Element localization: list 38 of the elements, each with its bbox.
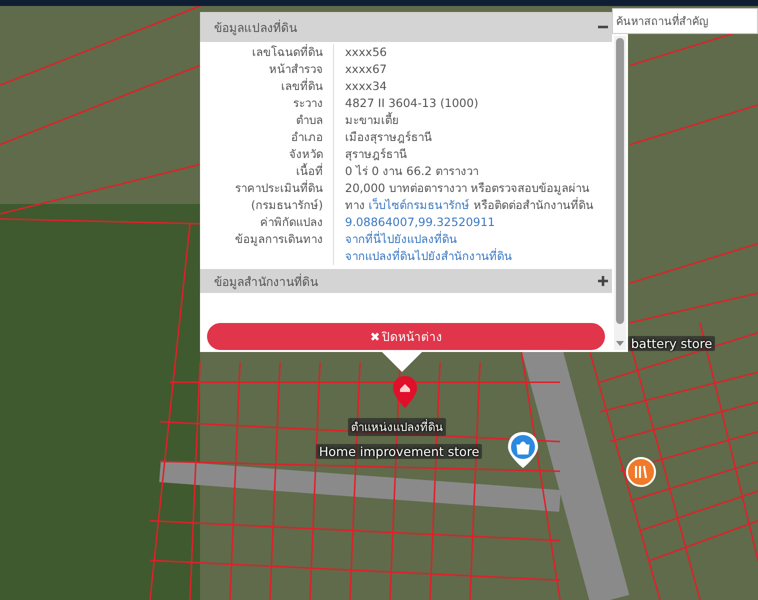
field-value: มะขามเตี้ย bbox=[345, 112, 399, 129]
section-title: ข้อมูลสำนักงานที่ดิน bbox=[214, 272, 318, 290]
field-label: (กรมธนารักษ์) bbox=[250, 197, 323, 214]
section-header[interactable]: ข้อมูลสำนักงานที่ดิน bbox=[200, 269, 612, 293]
field-label: ค่าพิกัดแปลง bbox=[259, 214, 323, 231]
link[interactable]: จากที่นี่ไปยังแปลงที่ดิน bbox=[345, 232, 457, 246]
field-label: หน้าสำรวจ bbox=[268, 61, 323, 78]
field-value: 4827 II 3604-13 (1000) bbox=[345, 95, 478, 112]
section-title: ข้อมูลแปลงที่ดิน bbox=[214, 18, 297, 36]
search-field[interactable]: ค้นหาสถานที่สำคัญ bbox=[612, 8, 758, 34]
link[interactable]: 9.08864007,99.32520911 bbox=[345, 215, 495, 229]
section-header[interactable]: ข้อมูลแปลงที่ดิน bbox=[200, 12, 612, 42]
field-label: ข้อมูลการเดินทาง bbox=[234, 231, 323, 248]
map-pin-icon bbox=[393, 376, 417, 408]
field-value: xxxx56 bbox=[345, 44, 387, 61]
field-value: 0 ไร่ 0 งาน 66.2 ตารางวา bbox=[345, 163, 479, 180]
field-label: เลขโฉนดที่ดิน bbox=[251, 44, 323, 61]
close-button[interactable]: ✖ ปิดหน้าต่าง bbox=[207, 323, 605, 350]
field-label: ราคาประเมินที่ดิน bbox=[234, 180, 323, 197]
field-value: 20,000 บาทต่อตารางวา หรือตรวจสอบข้อมูลผ่านทาง เว็บไซต์กรมธนารักษ์ หรือติดต่อสำนักงานที่ดิน bbox=[345, 180, 594, 214]
plus-icon[interactable] bbox=[598, 276, 608, 286]
field-label: อำเภอ bbox=[290, 129, 323, 146]
place-label: battery store bbox=[628, 336, 716, 351]
field-label: ระวาง bbox=[292, 95, 323, 112]
place-label: Home improvement store bbox=[316, 444, 482, 459]
shopping-bag-icon bbox=[508, 432, 538, 468]
field-value: xxxx34 bbox=[345, 78, 387, 95]
field-label: เลขที่ดิน bbox=[280, 78, 323, 95]
field-label: จังหวัด bbox=[288, 146, 323, 163]
marker-label: ตำแหน่งแปลงที่ดิน bbox=[348, 418, 446, 436]
field-value: xxxx67 bbox=[345, 61, 387, 78]
link[interactable]: เว็บไซต์กรมธนารักษ์ bbox=[368, 198, 470, 212]
field-value: เมืองสุราษฎร์ธานี bbox=[345, 129, 432, 146]
link[interactable]: จากแปลงที่ดินไปยังสำนักงานที่ดิน bbox=[345, 249, 512, 263]
scrollbar[interactable] bbox=[614, 36, 626, 350]
field-value: สุราษฎร์ธานี bbox=[345, 146, 407, 163]
field-label: ตำบล bbox=[295, 112, 323, 129]
field-label: เนื้อที่ bbox=[295, 163, 323, 180]
